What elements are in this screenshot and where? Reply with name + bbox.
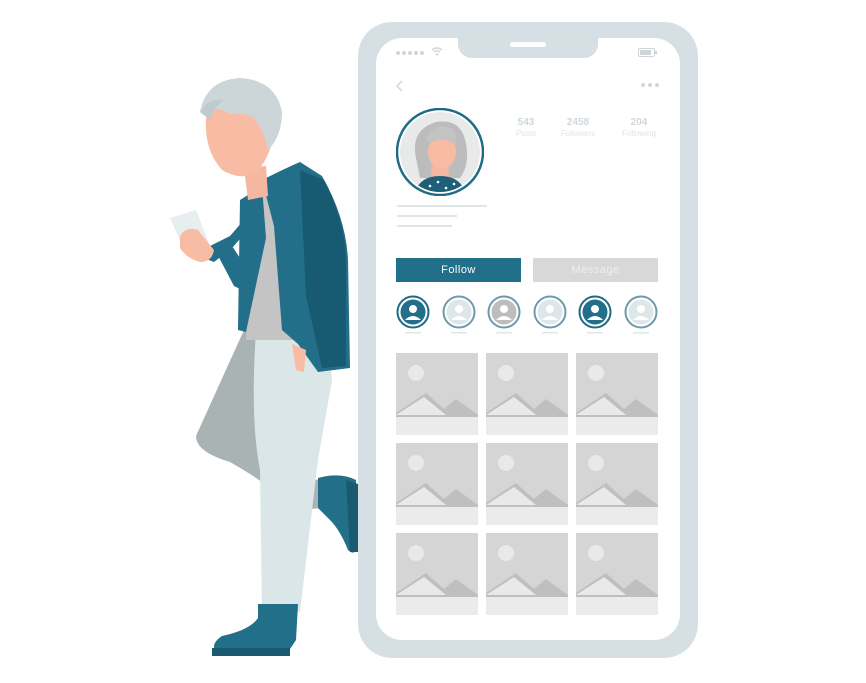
photo-tile[interactable] <box>486 353 568 435</box>
stat-followers-label: Followers <box>560 129 596 138</box>
story-avatar[interactable] <box>487 295 521 340</box>
image-placeholder-icon <box>396 353 478 435</box>
user-icon <box>624 295 658 334</box>
stat-following-value[interactable]: 204 <box>609 117 669 128</box>
user-icon <box>578 295 612 334</box>
bio-line <box>397 215 457 217</box>
story-avatar[interactable] <box>533 295 567 340</box>
image-placeholder-icon <box>486 533 568 615</box>
phone-notch <box>458 38 598 58</box>
follow-button[interactable]: Follow <box>396 258 521 282</box>
signal-icon <box>402 51 406 55</box>
hand <box>180 228 214 262</box>
phone-speaker <box>510 42 546 47</box>
photo-tile[interactable] <box>576 443 658 525</box>
stat-followers-value[interactable]: 2458 <box>548 117 608 128</box>
image-placeholder-icon <box>396 443 478 525</box>
signal-icon <box>420 51 424 55</box>
story-avatar[interactable] <box>578 295 612 340</box>
bio-line <box>397 205 487 207</box>
stat-posts-value[interactable]: 543 <box>496 117 556 128</box>
photo-tile[interactable] <box>486 533 568 615</box>
image-placeholder-icon <box>576 533 658 615</box>
more-dots-icon[interactable] <box>640 82 660 88</box>
signal-icon <box>408 51 412 55</box>
story-avatar[interactable] <box>442 295 476 340</box>
photo-tile[interactable] <box>396 353 478 435</box>
photo-tile[interactable] <box>576 353 658 435</box>
user-icon <box>533 295 567 334</box>
profile-avatar <box>396 108 484 196</box>
man-illustration <box>170 78 358 656</box>
stat-posts-label: Posts <box>515 129 536 138</box>
photo-tile[interactable] <box>486 443 568 525</box>
battery-icon <box>638 48 657 57</box>
front-shoe <box>214 604 298 652</box>
signal-icon <box>414 51 418 55</box>
story-avatar[interactable] <box>396 295 430 340</box>
image-placeholder-icon <box>486 353 568 435</box>
image-placeholder-icon <box>576 353 658 435</box>
photo-tile[interactable] <box>576 533 658 615</box>
user-icon <box>442 295 476 334</box>
signal-icon <box>396 51 400 55</box>
image-placeholder-icon <box>486 443 568 525</box>
bio-line <box>397 225 452 227</box>
front-leg <box>253 330 332 612</box>
image-placeholder-icon <box>396 533 478 615</box>
message-button[interactable]: Message <box>533 258 658 282</box>
photo-tile[interactable] <box>396 443 478 525</box>
user-icon <box>396 295 430 334</box>
stat-following-label: Following <box>622 129 656 138</box>
photo-tile[interactable] <box>396 533 478 615</box>
back-chevron-icon[interactable] <box>395 79 405 93</box>
image-placeholder-icon <box>576 443 658 525</box>
user-icon <box>487 295 521 334</box>
story-avatar[interactable] <box>624 295 658 340</box>
wifi-icon <box>431 47 443 56</box>
